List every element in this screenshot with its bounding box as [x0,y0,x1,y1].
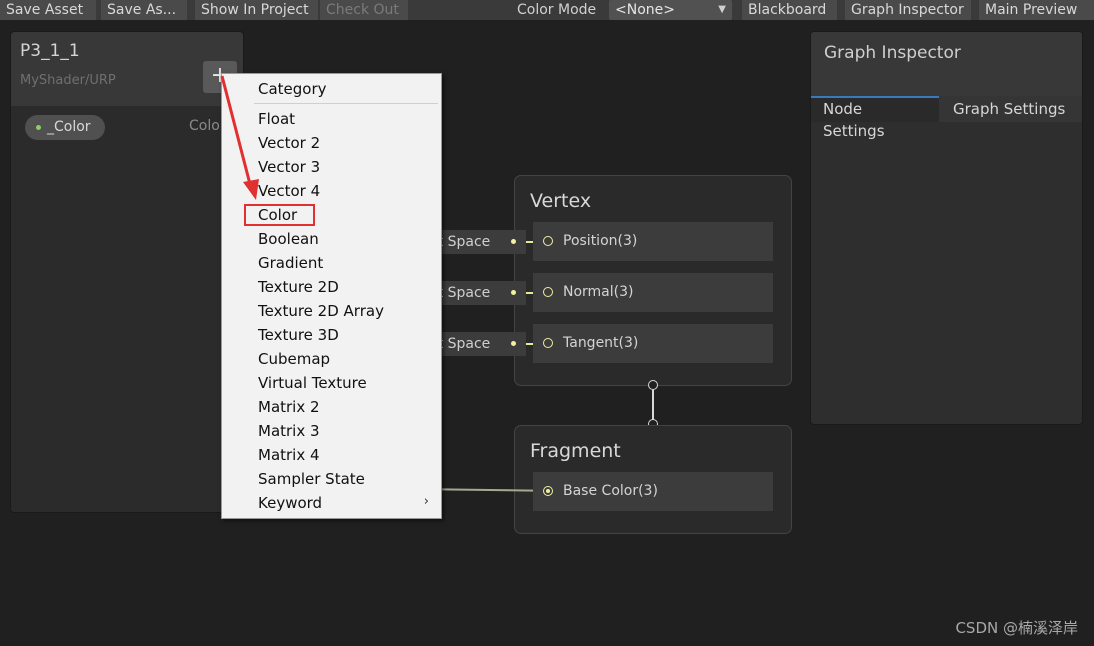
tab-graph-settings[interactable]: Graph Settings [941,96,1082,122]
vertex-port-tangent[interactable]: Tangent(3) [533,324,773,363]
chevron-down-icon: ▼ [718,4,726,15]
menu-item-cubemap[interactable]: Cubemap [258,348,330,370]
blackboard-header: P3_1_1 MyShader/URP + [11,32,243,106]
graph-inspector-button[interactable]: Graph Inspector [845,0,971,20]
save-as-button[interactable]: Save As... [101,0,187,20]
property-exposed-dot-icon [36,125,41,130]
menu-item-keyword[interactable]: Keyword [258,492,322,514]
flow-connector [652,390,654,420]
menu-item-vector4[interactable]: Vector 4 [258,180,320,202]
vertex-port-normal[interactable]: Normal(3) [533,273,773,312]
show-in-project-button[interactable]: Show In Project [195,0,318,20]
menu-divider [254,103,438,104]
annotation-arrow-icon [220,75,259,200]
menu-item-matrix4[interactable]: Matrix 4 [258,444,320,466]
menu-header-category: Category [258,80,327,98]
port-connector-icon [543,486,553,496]
vertex-port-position[interactable]: Position(3) [533,222,773,261]
flow-knot-icon [648,380,658,390]
port-label: Base Color(3) [563,483,658,499]
property-name: _Color [47,119,91,135]
submenu-arrow-icon: › [423,494,429,509]
menu-item-matrix3[interactable]: Matrix 3 [258,420,320,442]
fragment-title: Fragment [530,440,621,462]
menu-item-vector2[interactable]: Vector 2 [258,132,320,154]
inspector-header: Graph Inspector [811,32,1082,96]
inspector-title: Graph Inspector [824,43,961,63]
menu-item-vector3[interactable]: Vector 3 [258,156,320,178]
color-mode-select[interactable]: <None> ▼ [609,0,732,20]
port-connector-icon [543,287,553,297]
menu-item-gradient[interactable]: Gradient [258,252,323,274]
tab-node-settings[interactable]: Node Settings [811,96,939,140]
annotation-highlight-box [244,204,315,226]
menu-item-virtual-texture[interactable]: Virtual Texture [258,372,367,394]
edge-wire [441,488,536,492]
input-dot-icon [511,290,516,295]
menu-item-texture2d-array[interactable]: Texture 2D Array [258,300,384,322]
input-dot-icon [511,341,516,346]
graph-inspector-panel: Graph Inspector Node Settings Graph Sett… [810,31,1083,425]
graph-path: MyShader/URP [20,73,116,88]
property-pill[interactable]: _Color [25,115,105,140]
input-dot-icon [511,239,516,244]
color-mode-label: Color Mode [517,2,597,18]
menu-item-boolean[interactable]: Boolean [258,228,319,250]
port-label: Position(3) [563,233,638,249]
check-out-button[interactable]: Check Out [320,0,408,20]
graph-title: P3_1_1 [20,41,80,61]
menu-item-texture3d[interactable]: Texture 3D [258,324,339,346]
fragment-port-base-color[interactable]: Base Color(3) [533,472,773,511]
blackboard-panel: P3_1_1 MyShader/URP + _Color Color [10,31,244,513]
menu-item-matrix2[interactable]: Matrix 2 [258,396,320,418]
menu-item-texture2d[interactable]: Texture 2D [258,276,339,298]
menu-item-sampler-state[interactable]: Sampler State [258,468,365,490]
color-mode-value: <None> [615,2,675,18]
port-connector-icon [543,338,553,348]
save-asset-button[interactable]: Save Asset [0,0,96,20]
toolbar: Save Asset Save As... Show In Project Ch… [0,0,1094,20]
vertex-title: Vertex [530,190,592,212]
inspector-tabs: Node Settings Graph Settings [811,96,1082,140]
port-label: Normal(3) [563,284,634,300]
port-label: Tangent(3) [563,335,639,351]
main-preview-button[interactable]: Main Preview [979,0,1094,20]
blackboard-button[interactable]: Blackboard [742,0,837,20]
port-connector-icon [543,236,553,246]
watermark: CSDN @楠溪泽岸 [955,619,1078,637]
